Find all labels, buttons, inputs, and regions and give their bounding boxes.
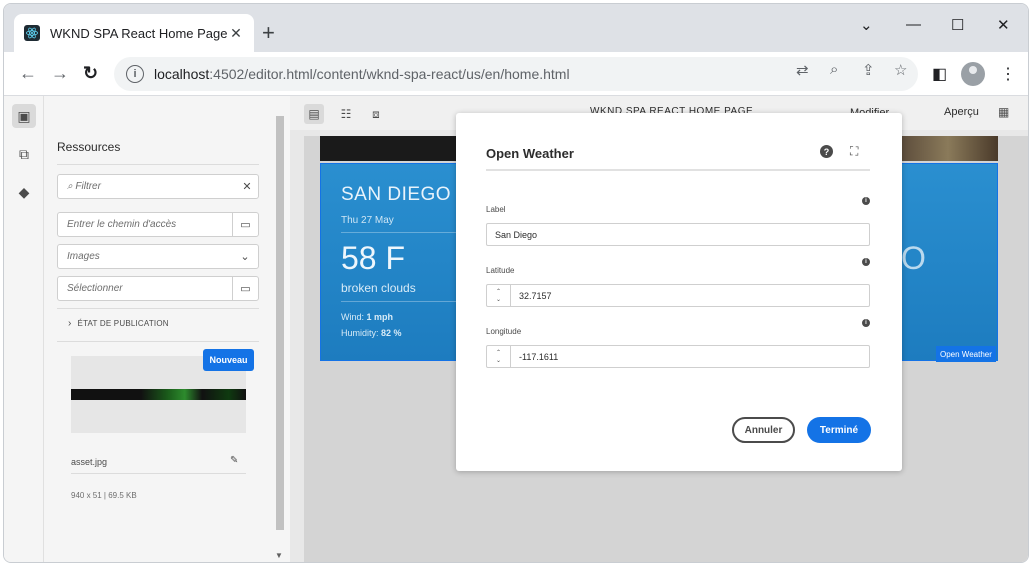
header-photo xyxy=(898,136,998,161)
side-rail: ▣ ⧉ ◆ xyxy=(4,96,44,562)
browser-toolbar: ← → ↻ i localhost:4502/editor.html/conte… xyxy=(4,52,1028,96)
asset-type-value: Images xyxy=(67,251,100,262)
components-icon[interactable]: ⧉ xyxy=(12,142,36,166)
label-field-label: Label xyxy=(486,205,506,214)
folder-icon[interactable]: ▭ xyxy=(232,277,258,300)
scroll-down-icon[interactable]: ▼ xyxy=(275,551,283,560)
cancel-button[interactable]: Annuler xyxy=(732,417,795,443)
share-icon[interactable]: ⇪ xyxy=(862,61,875,79)
tag-select-input[interactable]: Sélectionner ▭ xyxy=(57,276,259,301)
path-input[interactable]: Entrer le chemin d'accès ▭ xyxy=(57,212,259,237)
bookmark-star-icon[interactable]: ☆ xyxy=(894,61,907,79)
weather-city: SAN DIEGO xyxy=(341,184,452,205)
divider xyxy=(57,308,259,309)
clear-icon[interactable]: ✕ xyxy=(236,180,258,193)
panel-scrollbar[interactable]: ▼ xyxy=(275,108,285,562)
new-badge: Nouveau xyxy=(203,349,254,371)
tag-placeholder: Sélectionner xyxy=(67,283,123,294)
close-window-button[interactable]: ✕ xyxy=(997,16,1010,34)
site-info-icon[interactable]: i xyxy=(126,65,144,83)
filter-placeholder: ⌕ Filtrer xyxy=(67,181,101,192)
longitude-field-label: Longitude xyxy=(486,327,522,336)
tab-title: WKND SPA React Home Page xyxy=(50,25,228,41)
side-panel-toggle-icon[interactable]: ▤ xyxy=(304,104,324,124)
layers-icon[interactable]: ◆ xyxy=(12,180,36,204)
divider xyxy=(486,169,870,171)
tab-strip: WKND SPA React Home Page ✕ + ⌄ — ☐ ✕ xyxy=(4,4,1028,52)
react-icon xyxy=(24,25,40,41)
next-asset-thumbnail[interactable] xyxy=(68,562,248,563)
asset-preview-image xyxy=(71,389,246,400)
chevron-down-icon[interactable]: ⌄ xyxy=(496,296,501,304)
tab-search-icon[interactable]: ⌄ xyxy=(860,16,873,34)
fullscreen-icon[interactable]: ⛶ xyxy=(850,144,858,159)
reload-icon[interactable]: ↻ xyxy=(83,63,98,83)
help-icon[interactable]: ? xyxy=(820,145,833,158)
weather-icon: O xyxy=(901,240,926,276)
asset-type-select[interactable]: Images ⌄ xyxy=(57,244,259,269)
label-value: San Diego xyxy=(495,229,538,240)
info-icon[interactable]: i xyxy=(862,319,870,327)
publication-state-toggle[interactable]: › ÉTAT DE PUBLICATION xyxy=(68,318,169,329)
info-icon[interactable]: i xyxy=(862,258,870,266)
panel-title: Ressources xyxy=(57,140,121,154)
filter-input[interactable]: ⌕ Filtrer ✕ xyxy=(57,174,259,199)
divider xyxy=(71,473,246,474)
weather-wind: Wind: 1 mph xyxy=(341,312,394,322)
component-label: Open Weather xyxy=(936,346,996,362)
longitude-input[interactable]: ⌃ ⌄ -117.1611 xyxy=(486,345,870,368)
weather-description: broken clouds xyxy=(341,281,416,295)
weather-date: Thu 27 May xyxy=(341,215,394,226)
divider xyxy=(57,164,259,165)
longitude-value: -117.1611 xyxy=(519,351,559,362)
page-properties-icon[interactable]: ☷ xyxy=(336,104,356,124)
side-panel-icon[interactable]: ◧ xyxy=(932,64,947,84)
dialog-title: Open Weather xyxy=(486,146,574,161)
chevron-down-icon: ⌄ xyxy=(240,251,250,263)
url-text: localhost:4502/editor.html/content/wknd-… xyxy=(154,66,570,82)
divider xyxy=(341,301,471,302)
tab-close-icon[interactable]: ✕ xyxy=(228,25,244,42)
chevron-down-icon[interactable]: ⌄ xyxy=(496,357,501,365)
label-input[interactable]: San Diego xyxy=(486,223,870,246)
assets-icon[interactable]: ▣ xyxy=(12,104,36,128)
emulator-icon[interactable]: ⧈ xyxy=(366,104,386,124)
weather-temperature: 58 F xyxy=(341,240,406,276)
info-icon[interactable]: i xyxy=(862,197,870,205)
path-placeholder: Entrer le chemin d'accès xyxy=(67,219,177,230)
menu-kebab-icon[interactable]: ⋮ xyxy=(1000,64,1016,84)
profile-avatar[interactable] xyxy=(961,62,985,86)
pencil-icon[interactable]: ✎ xyxy=(230,455,238,466)
preview-button[interactable]: Aperçu xyxy=(944,106,979,118)
translate-icon[interactable]: ⇄ xyxy=(796,61,809,79)
latitude-value: 32.7157 xyxy=(519,290,552,301)
browser-window: WKND SPA React Home Page ✕ + ⌄ — ☐ ✕ ← →… xyxy=(3,3,1029,563)
annotations-icon[interactable]: ▦ xyxy=(998,105,1009,119)
maximize-button[interactable]: ☐ xyxy=(951,16,964,34)
divider xyxy=(57,341,259,342)
latitude-field-label: Latitude xyxy=(486,266,515,275)
back-arrow-icon[interactable]: ← xyxy=(19,63,37,83)
done-button[interactable]: Terminé xyxy=(807,417,871,443)
asset-meta: 940 x 51 | 69.5 KB xyxy=(71,491,137,500)
minimize-button[interactable]: — xyxy=(906,16,921,33)
open-weather-dialog: Open Weather ? ⛶ Label i San Diego Latit… xyxy=(456,113,902,471)
new-tab-button[interactable]: + xyxy=(262,22,275,44)
assets-panel: Ressources ⌕ Filtrer ✕ Entrer le chemin … xyxy=(44,96,290,563)
number-stepper[interactable]: ⌃ ⌄ xyxy=(487,346,511,367)
number-stepper[interactable]: ⌃ ⌄ xyxy=(487,285,511,306)
chevron-up-icon[interactable]: ⌃ xyxy=(496,288,501,296)
divider xyxy=(341,232,471,233)
chevron-up-icon[interactable]: ⌃ xyxy=(496,349,501,357)
scrollbar-thumb[interactable] xyxy=(276,116,284,530)
folder-icon[interactable]: ▭ xyxy=(232,213,258,236)
zoom-icon[interactable]: ⌕ xyxy=(830,61,838,78)
weather-humidity: Humidity: 82 % xyxy=(341,328,402,338)
latitude-input[interactable]: ⌃ ⌄ 32.7157 xyxy=(486,284,870,307)
asset-name: asset.jpg xyxy=(71,457,108,467)
chevron-right-icon: › xyxy=(68,318,72,329)
browser-tab[interactable]: WKND SPA React Home Page ✕ xyxy=(14,14,254,52)
forward-arrow-icon[interactable]: → xyxy=(51,63,69,83)
